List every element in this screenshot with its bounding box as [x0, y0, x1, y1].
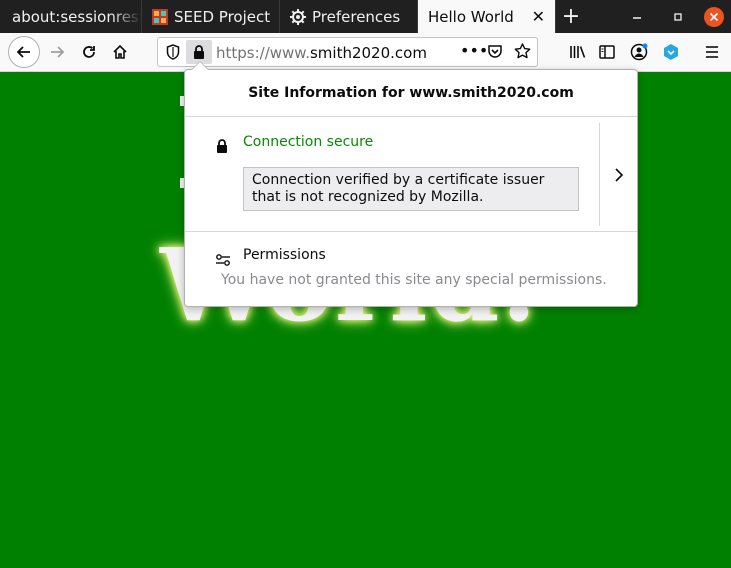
- extension-button[interactable]: [656, 37, 686, 67]
- tab-hello-world[interactable]: Hello World ✕: [418, 0, 556, 33]
- new-tab-button[interactable]: +: [556, 0, 586, 33]
- home-icon: [113, 44, 127, 59]
- gear-icon: [290, 8, 306, 25]
- site-information-panel: Site Information for www.smith2020.com C…: [184, 69, 638, 307]
- back-button[interactable]: [8, 36, 40, 68]
- tracking-protection-shield-icon[interactable]: [166, 44, 180, 64]
- extension-cube-icon: [664, 44, 678, 60]
- forward-button[interactable]: [42, 37, 72, 67]
- permissions-title: Permissions: [243, 247, 326, 263]
- forward-arrow-icon: [51, 46, 65, 58]
- permissions-description: You have not granted this site any speci…: [221, 272, 607, 288]
- tab-label: Preferences: [312, 7, 401, 26]
- reload-button[interactable]: [74, 37, 104, 67]
- panel-title: Site Information for www.smith2020.com: [185, 70, 637, 117]
- page-actions-ellipsis-icon[interactable]: •••: [460, 41, 488, 60]
- close-tab-icon[interactable]: ✕: [532, 7, 545, 26]
- url-bar[interactable]: https://www.smith2020.com •••: [157, 37, 538, 67]
- url-host: smith2020.com: [309, 44, 427, 62]
- lock-icon: [194, 45, 204, 59]
- connection-status-label: Connection secure: [243, 134, 374, 150]
- seed-favicon-icon: [152, 8, 168, 25]
- library-button[interactable]: [563, 37, 593, 67]
- account-avatar-icon: [630, 43, 648, 61]
- sidebar-icon: [599, 45, 615, 59]
- sidebar-button[interactable]: [592, 37, 622, 67]
- account-button[interactable]: [624, 37, 654, 67]
- tab-label: SEED Project: [174, 7, 271, 26]
- connection-section: Connection secure Connection verified by…: [185, 117, 637, 232]
- open-menu-button[interactable]: [697, 37, 727, 67]
- navigation-toolbar: https://www.smith2020.com •••: [0, 33, 731, 72]
- tab-label: Hello World: [428, 7, 514, 26]
- popup-arrow-fill: [192, 62, 208, 70]
- window-close-button[interactable]: [704, 0, 724, 33]
- connection-details-button[interactable]: [600, 123, 637, 226]
- home-button[interactable]: [105, 37, 135, 67]
- connection-detail-text: Connection verified by a certificate iss…: [243, 167, 579, 211]
- url-text: https://www.smith2020.com: [216, 44, 427, 62]
- permissions-sliders-icon: [215, 251, 231, 270]
- tab-seed-project[interactable]: SEED Project: [142, 0, 280, 33]
- reload-icon: [83, 46, 95, 58]
- back-arrow-icon: [16, 46, 30, 58]
- maximize-button[interactable]: [673, 0, 683, 33]
- minimize-button[interactable]: [632, 0, 642, 33]
- hamburger-menu-icon: [706, 46, 718, 58]
- tab-session-restore[interactable]: about:sessionrestore: [0, 0, 142, 33]
- tab-strip: about:sessionrestore SEED Project Prefer…: [0, 0, 731, 33]
- url-scheme: https://www.: [216, 44, 310, 62]
- lock-icon: [216, 138, 228, 157]
- tab-preferences[interactable]: Preferences: [280, 0, 418, 33]
- chevron-right-icon: [614, 167, 623, 182]
- pocket-icon[interactable]: [487, 43, 503, 63]
- bookmark-star-icon[interactable]: [514, 43, 531, 63]
- library-icon: [570, 46, 586, 58]
